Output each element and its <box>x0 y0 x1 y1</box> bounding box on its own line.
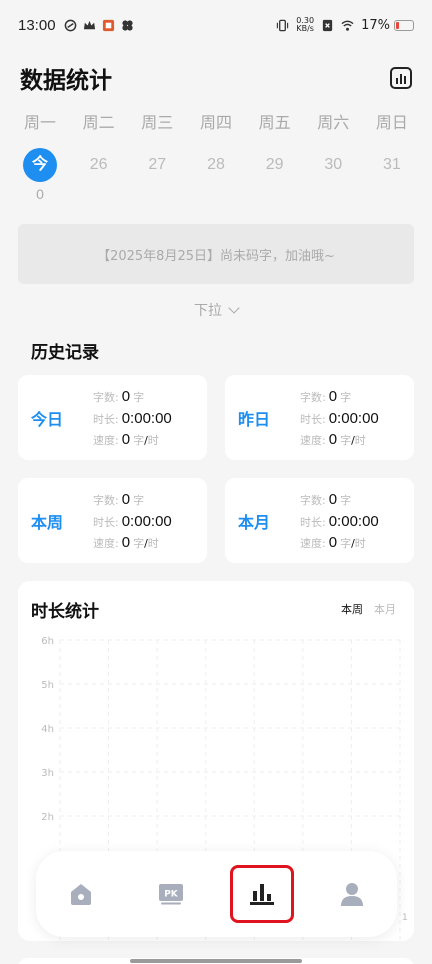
home-indicator[interactable] <box>130 959 302 963</box>
duration: 0:00:00 <box>121 409 172 427</box>
card-stats: 字数: 0 字 时长: 0:00:00 速度: 0 字/时 <box>300 388 379 448</box>
history-card-month[interactable]: 本月 字数: 0 字 时长: 0:00:00 速度: 0 字/时 <box>225 478 414 563</box>
profile-icon <box>340 883 363 906</box>
no-sim-icon <box>322 19 333 31</box>
history-card-today[interactable]: 今日 字数: 0 字 时长: 0:00:00 速度: 0 字/时 <box>18 375 207 460</box>
chevron-down-icon <box>228 302 240 314</box>
speed: 0 <box>121 431 131 448</box>
tab-pk[interactable]: PK <box>126 851 216 937</box>
history-title: 历史记录 <box>31 343 99 363</box>
date-number: 31 <box>383 156 401 173</box>
bottom-tab-bar: PK <box>36 851 397 937</box>
battery-level: 17% <box>361 17 390 33</box>
net-speed: 0.30 KB/s <box>296 17 314 33</box>
y-tick-label: 3h <box>41 768 54 779</box>
weekday-label: 周四 <box>199 113 232 132</box>
duration: 0:00:00 <box>328 512 379 530</box>
pull-down-toggle[interactable]: 下拉 <box>0 300 432 320</box>
pk-text: PK <box>165 890 180 900</box>
bar-chart-icon[interactable] <box>390 67 412 89</box>
week-day-mon[interactable]: 周一 今 0 <box>11 110 69 202</box>
active-tab-highlight <box>229 865 294 923</box>
tab-home[interactable] <box>36 851 126 937</box>
weekday-label: 周五 <box>258 113 291 132</box>
battery: 17% <box>361 18 414 33</box>
speed: 0 <box>328 534 338 551</box>
weekday-label: 周一 <box>23 113 56 132</box>
date-number: 27 <box>148 156 167 173</box>
home-icon <box>71 884 92 905</box>
week-day-tue[interactable]: 周二 26 <box>70 110 128 202</box>
weekday-label: 周三 <box>141 113 174 132</box>
history-card-yesterday[interactable]: 昨日 字数: 0 字 时长: 0:00:00 速度: 0 字/时 <box>225 375 414 460</box>
wifi-icon <box>341 20 354 31</box>
week-day-sat[interactable]: 周六 30 <box>304 110 362 202</box>
duration: 0:00:00 <box>121 512 172 530</box>
app-badge-icon <box>102 19 114 31</box>
date-number: 30 <box>324 156 343 173</box>
week-day-thu[interactable]: 周四 28 <box>187 110 245 202</box>
card-label: 本月 <box>238 513 271 532</box>
notice-text: 【2025年8月25日】尚未码字，加油哦~ <box>97 248 335 264</box>
y-tick-label: 5h <box>41 680 54 691</box>
battery-icon <box>394 19 414 31</box>
card-label: 本周 <box>31 513 64 532</box>
week-day-fri[interactable]: 周五 29 <box>246 110 304 202</box>
today-word-count: 0 <box>36 186 44 202</box>
week-strip: 周一 今 0 周二 26 周三 27 周四 28 周五 29 周六 30 周日 … <box>11 110 421 202</box>
duration: 0:00:00 <box>328 409 379 427</box>
word-count: 0 <box>328 388 338 405</box>
week-day-sun[interactable]: 周日 31 <box>363 110 421 202</box>
week-day-wed[interactable]: 周三 27 <box>128 110 186 202</box>
pk-icon: PK <box>159 884 184 905</box>
pull-down-label: 下拉 <box>194 303 222 319</box>
y-tick-label: 2h <box>41 812 54 823</box>
y-tick-label: 6h <box>41 636 54 647</box>
tab-profile[interactable] <box>307 851 397 937</box>
status-time: 13:00 <box>18 16 56 34</box>
vibrate-icon <box>277 19 289 31</box>
date-number: 28 <box>207 156 225 173</box>
date-today[interactable]: 今 <box>23 148 57 182</box>
net-speed-unit: KB/s <box>296 24 314 33</box>
status-bar: 13:00 0.30 KB/s 17% <box>0 0 432 50</box>
card-stats: 字数: 0 字 时长: 0:00:00 速度: 0 字/时 <box>93 491 172 551</box>
daily-notice: 【2025年8月25日】尚未码字，加油哦~ <box>18 224 414 284</box>
word-count: 0 <box>121 491 131 508</box>
crown-icon <box>83 20 95 29</box>
card-label: 昨日 <box>238 410 271 429</box>
card-stats: 字数: 0 字 时长: 0:00:00 速度: 0 字/时 <box>93 388 172 448</box>
card-stats: 字数: 0 字 时长: 0:00:00 速度: 0 字/时 <box>300 491 379 551</box>
word-count: 0 <box>121 388 131 405</box>
weekday-label: 周二 <box>82 113 115 132</box>
x-tick-label: 1 <box>402 913 408 923</box>
tab-stats[interactable] <box>217 851 307 937</box>
word-count: 0 <box>328 491 338 508</box>
date-number: 29 <box>265 156 284 173</box>
page-title: 数据统计 <box>20 68 112 94</box>
weekday-label: 周六 <box>317 113 350 132</box>
speed: 0 <box>328 431 338 448</box>
weekday-label: 周日 <box>375 113 408 132</box>
history-card-week[interactable]: 本周 字数: 0 字 时长: 0:00:00 速度: 0 字/时 <box>18 478 207 563</box>
y-tick-label: 4h <box>41 724 54 735</box>
app-notification-icon <box>64 19 76 31</box>
speed: 0 <box>121 534 131 551</box>
pinwheel-icon <box>121 19 133 31</box>
date-number: 26 <box>89 156 108 173</box>
card-label: 今日 <box>31 410 64 429</box>
header: 数据统计 <box>20 56 412 100</box>
